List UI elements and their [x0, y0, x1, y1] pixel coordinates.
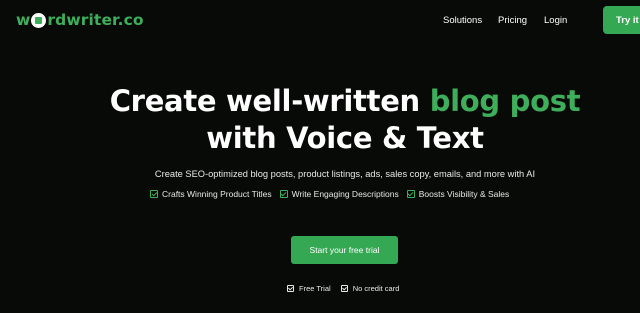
check-icon: [340, 285, 348, 292]
check-icon: [279, 190, 288, 198]
feature-item: Boosts Visibility & Sales: [406, 189, 510, 199]
logo-suffix: rdwriter.co: [47, 11, 144, 29]
footnote-item: Free Trial: [287, 284, 331, 293]
logo-prefix: w: [16, 11, 31, 29]
footnote-item: No credit card: [340, 284, 400, 293]
nav-solutions[interactable]: Solutions: [443, 15, 482, 26]
footnote-label: No credit card: [352, 284, 400, 293]
pen-circle-icon: [31, 12, 47, 28]
feature-list: Crafts Winning Product Titles Write Enga…: [150, 189, 517, 199]
check-icon: [150, 190, 158, 198]
feature-label: Crafts Winning Product Titles: [162, 189, 272, 199]
nav-pricing[interactable]: Pricing: [498, 15, 527, 26]
check-icon: [406, 190, 415, 198]
site-header: w rdwriter.co Solutions Pricing Login Tr…: [0, 0, 640, 40]
hero-subtitle: Create SEO-optimized blog posts, product…: [154, 169, 536, 179]
footnote-label: Free Trial: [299, 284, 331, 293]
check-icon: [287, 285, 294, 292]
feature-item: Crafts Winning Product Titles: [150, 189, 272, 199]
try-it-button[interactable]: Try it: [603, 6, 640, 34]
hero-title-accent: blog post: [429, 84, 581, 118]
hero-title-line2: with Voice & Text: [206, 121, 484, 155]
start-free-trial-button[interactable]: Start your free trial: [291, 236, 398, 264]
feature-label: Boosts Visibility & Sales: [418, 189, 510, 199]
nav-login[interactable]: Login: [544, 15, 567, 26]
hero-title-plain: Create well-written: [109, 84, 430, 118]
brand-logo[interactable]: w rdwriter.co: [16, 11, 144, 29]
feature-item: Write Engaging Descriptions: [279, 189, 399, 199]
footnote-list: Free Trial No credit card: [287, 284, 409, 293]
feature-label: Write Engaging Descriptions: [291, 189, 399, 199]
hero-title: Create well-written blog post with Voice…: [0, 83, 640, 157]
